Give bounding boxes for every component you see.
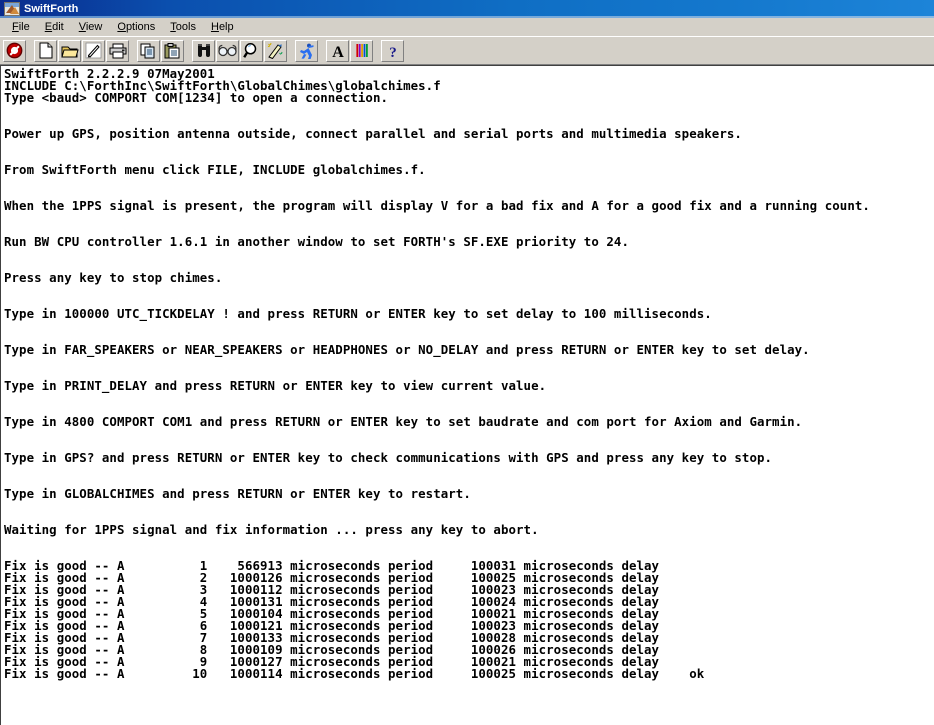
terminal-line: Fix is good -- A 10 1000114 microseconds…: [4, 666, 705, 681]
tool-bar: A ?: [0, 37, 934, 65]
terminal-line: When the 1PPS signal is present, the pro…: [4, 198, 870, 213]
toolbar-separator: [288, 40, 295, 62]
menu-label-options: ptions: [125, 20, 156, 33]
terminal-line: From SwiftForth menu click FILE, INCLUDE…: [4, 162, 426, 177]
swiftforth-window: SwiftForth File Edit View Options Tools …: [0, 0, 934, 725]
terminal-line: Type in GLOBALCHIMES and press RETURN or…: [4, 486, 471, 501]
menu-item-help[interactable]: Help: [204, 19, 242, 36]
new-file-icon[interactable]: [34, 39, 57, 62]
window-title: SwiftForth: [24, 3, 79, 15]
toolbar-separator: [27, 40, 34, 62]
swift-bird-icon: [4, 2, 20, 16]
toolbar-separator: [374, 40, 381, 62]
menu-label-view: iew: [85, 20, 103, 33]
paste-icon[interactable]: [161, 39, 184, 62]
edit-pencil-icon[interactable]: [82, 39, 105, 62]
run-person-icon[interactable]: [295, 39, 318, 62]
terminal-line: Power up GPS, position antenna outside, …: [4, 126, 742, 141]
abort-icon[interactable]: [3, 39, 26, 62]
terminal-output: SwiftForth 2.2.2.9 07May2001 INCLUDE C:\F…: [1, 66, 934, 680]
find-binoculars-icon[interactable]: [192, 39, 215, 62]
terminal-line: Type in GPS? and press RETURN or ENTER k…: [4, 450, 773, 465]
copy-icon[interactable]: [137, 39, 160, 62]
view-glasses-icon[interactable]: [216, 39, 239, 62]
menu-label-edit: dit: [52, 20, 64, 33]
terminal-line: Waiting for 1PPS signal and fix informat…: [4, 522, 539, 537]
menu-bar: File Edit View Options Tools Help: [0, 18, 934, 37]
terminal-client-area[interactable]: SwiftForth 2.2.2.9 07May2001 INCLUDE C:\F…: [0, 65, 934, 725]
toolbar-separator: [130, 40, 137, 62]
menu-item-edit[interactable]: Edit: [38, 19, 72, 36]
menu-item-view[interactable]: View: [72, 19, 111, 36]
svg-text:A: A: [332, 44, 344, 59]
font-letter-a-icon[interactable]: A: [326, 39, 349, 62]
menu-item-file[interactable]: File: [5, 19, 38, 36]
terminal-line: Press any key to stop chimes.: [4, 270, 223, 285]
svg-text:?: ?: [389, 45, 397, 59]
terminal-line: Type in PRINT_DELAY and press RETURN or …: [4, 378, 547, 393]
terminal-line: Type in 4800 COMPORT COM1 and press RETU…: [4, 414, 803, 429]
menu-label-tools: ools: [175, 20, 196, 33]
menu-label-file: ile: [18, 20, 30, 33]
terminal-line: Type <baud> COMPORT COM[1234] to open a …: [4, 90, 389, 105]
menu-label-help: elp: [218, 20, 234, 33]
locate-magnifier-icon[interactable]: [240, 39, 263, 62]
help-question-icon[interactable]: ?: [381, 39, 404, 62]
toolbar-separator: [185, 40, 192, 62]
terminal-line: Run BW CPU controller 1.6.1 in another w…: [4, 234, 629, 249]
menu-item-options[interactable]: Options: [110, 19, 163, 36]
print-icon[interactable]: [106, 39, 129, 62]
terminal-line: Type in 100000 UTC_TICKDELAY ! and press…: [4, 306, 712, 321]
title-bar[interactable]: SwiftForth: [0, 0, 934, 18]
menu-item-tools[interactable]: Tools: [163, 19, 204, 36]
wand-icon[interactable]: [264, 39, 287, 62]
open-folder-icon[interactable]: [58, 39, 81, 62]
colors-bars-icon[interactable]: [350, 39, 373, 62]
toolbar-separator: [319, 40, 326, 62]
terminal-line: Type in FAR_SPEAKERS or NEAR_SPEAKERS or…: [4, 342, 810, 357]
